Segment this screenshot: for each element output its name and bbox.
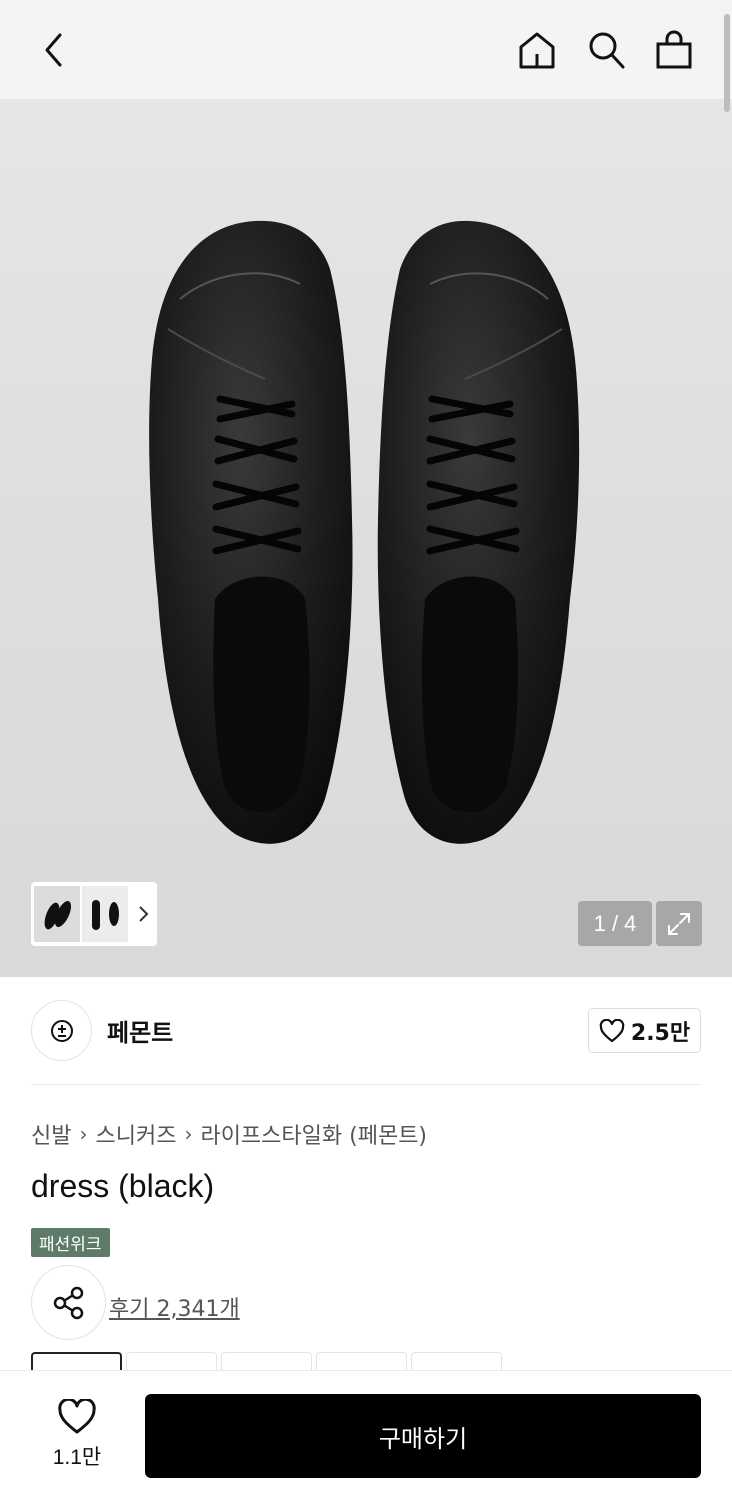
thumbnail-strip[interactable] (31, 882, 157, 946)
brand-logo-icon (50, 1019, 73, 1042)
cart-button[interactable] (652, 26, 696, 74)
breadcrumb: 신발 › 스니커즈 › 라이프스타일화 (페몬트) (31, 1118, 427, 1150)
breadcrumb-item[interactable]: 신발 (31, 1118, 71, 1150)
share-icon (53, 1286, 83, 1319)
thumbnail-2[interactable] (82, 886, 128, 942)
left-shoe (149, 220, 353, 844)
home-button[interactable] (515, 26, 559, 74)
product-photo (149, 220, 580, 844)
right-shoe (377, 220, 580, 844)
expand-icon (668, 912, 690, 935)
breadcrumb-item[interactable]: 스니커즈 (95, 1118, 176, 1150)
option-thumbnail[interactable] (31, 1352, 122, 1372)
home-icon (519, 32, 555, 69)
heart-icon (599, 1018, 625, 1042)
thumbnail-1[interactable] (34, 886, 80, 942)
reviews-link[interactable]: 후기 2,341개 (109, 1291, 240, 1323)
buy-button[interactable]: 구매하기 (145, 1394, 701, 1478)
chevron-right-icon: › (79, 1122, 88, 1146)
option-thumbnail[interactable] (126, 1352, 217, 1372)
breadcrumb-item[interactable]: 라이프스타일화 (페몬트) (200, 1118, 427, 1150)
back-button[interactable] (32, 26, 76, 74)
top-navigation-bar (0, 0, 732, 99)
product-like-button[interactable]: 1.1만 (40, 1399, 114, 1471)
share-button[interactable] (31, 1265, 106, 1340)
product-title: dress (black) (31, 1168, 215, 1204)
bottom-action-bar: 1.1만 구매하기 (0, 1370, 732, 1500)
brand-name[interactable]: 페몬트 (107, 1013, 173, 1048)
expand-button[interactable] (656, 901, 702, 946)
search-icon (589, 32, 625, 69)
thumbnail-next-button[interactable] (130, 905, 156, 923)
chevron-right-icon (139, 906, 149, 922)
product-like-count: 1.1만 (52, 1446, 102, 1469)
brand-like-count: 2.5만 (630, 1020, 691, 1046)
chevron-left-icon (45, 33, 62, 67)
option-thumbnail[interactable] (316, 1352, 407, 1372)
brand-logo[interactable] (31, 1000, 92, 1061)
brand-like-button[interactable]: 2.5만 (588, 1008, 701, 1053)
image-counter: 1 / 4 (578, 901, 652, 946)
shopping-bag-icon (656, 30, 692, 69)
product-image-gallery[interactable]: 1 / 4 (0, 99, 732, 977)
chevron-right-icon: › (184, 1122, 193, 1146)
divider (31, 1084, 701, 1085)
heart-icon (58, 1399, 96, 1434)
option-thumbnail[interactable] (221, 1352, 312, 1372)
event-tag: 패션위크 (31, 1228, 110, 1257)
search-button[interactable] (584, 26, 628, 74)
page-scrollbar[interactable] (724, 14, 730, 112)
option-thumbnail[interactable] (411, 1352, 502, 1372)
